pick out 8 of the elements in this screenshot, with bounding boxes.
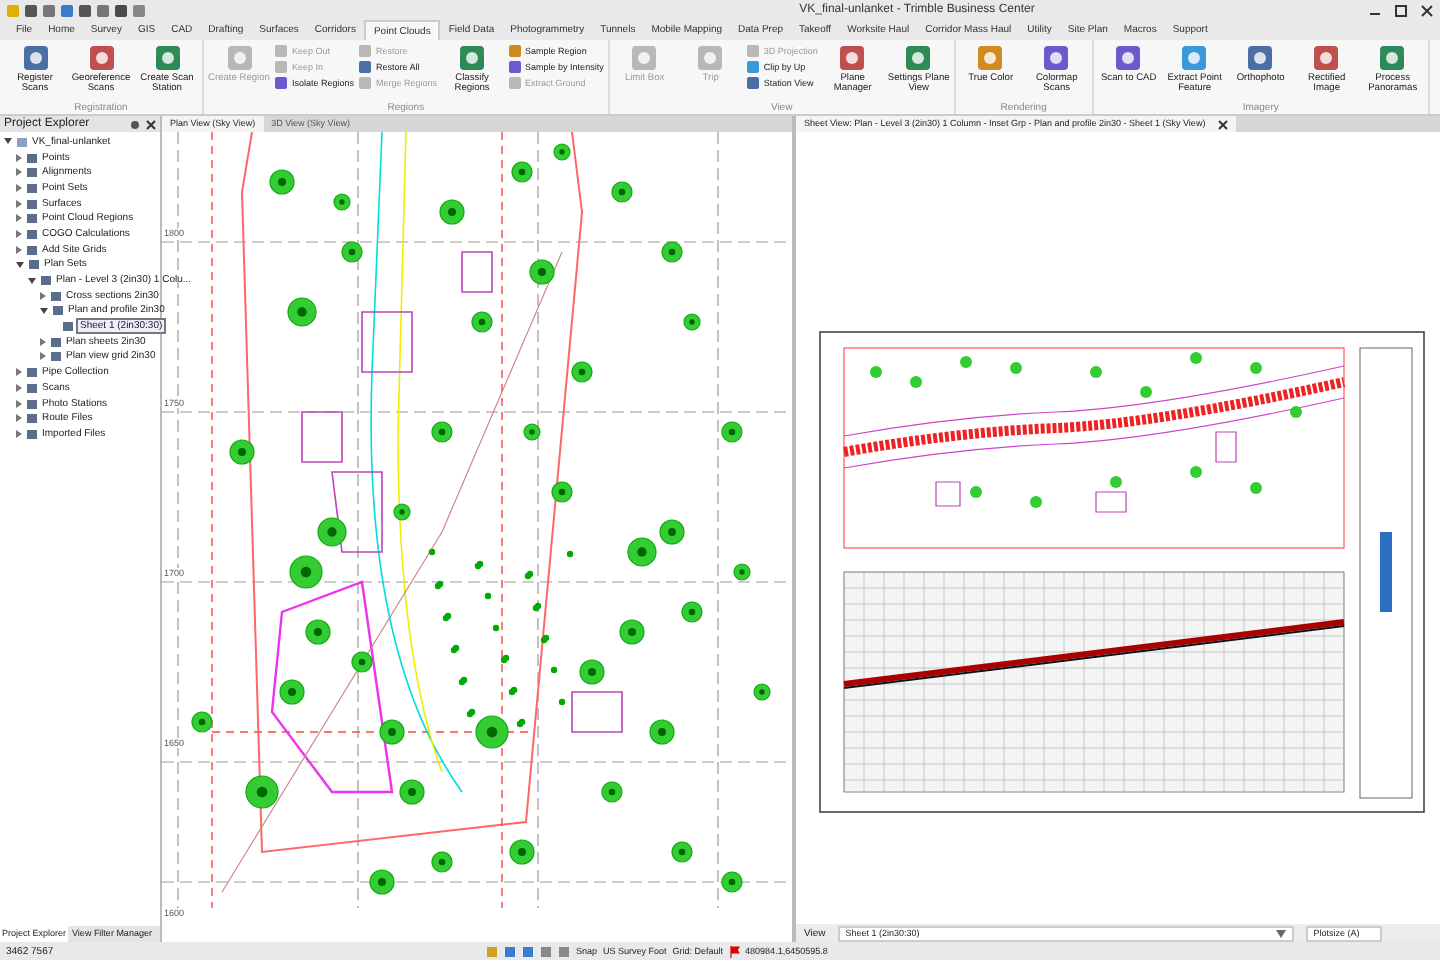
- project-icon: [16, 135, 28, 148]
- pin-icon: [130, 119, 140, 129]
- flag-icon: [729, 945, 740, 957]
- close-icon: [1217, 119, 1228, 129]
- caret-icon: [1275, 929, 1286, 937]
- close-icon: [1420, 3, 1434, 17]
- maximize-icon: [1394, 3, 1408, 17]
- close-icon: [146, 119, 156, 129]
